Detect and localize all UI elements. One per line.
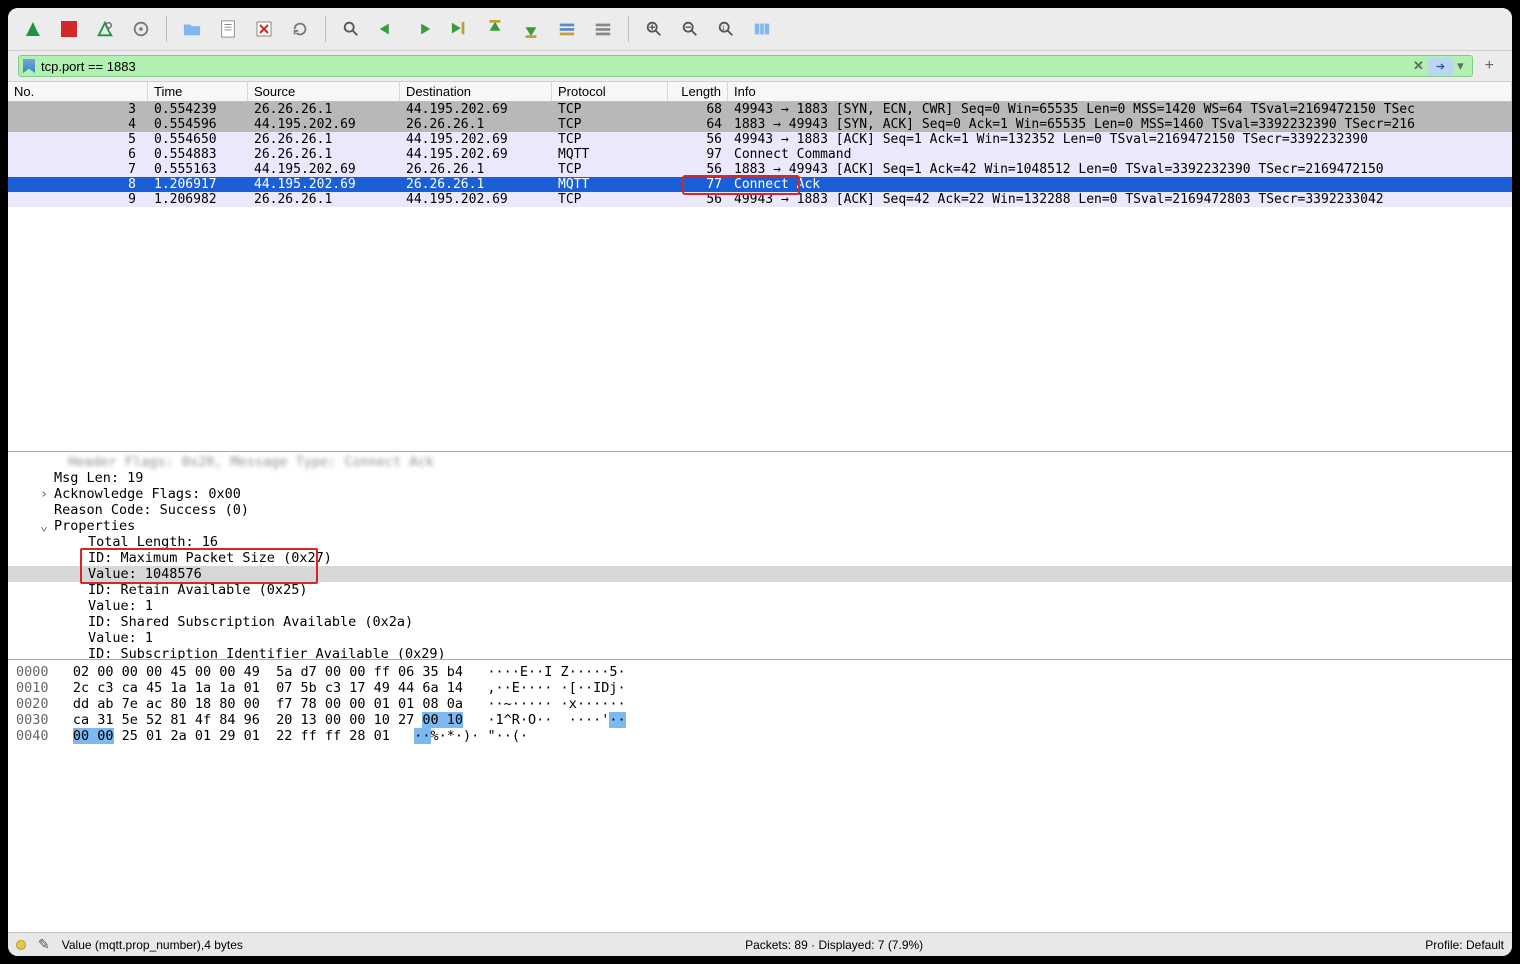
packet-row[interactable]: 50.55465026.26.26.144.195.202.69TCP56499… [8, 132, 1512, 147]
detail-line[interactable]: Msg Len: 19 [8, 470, 1512, 486]
toolbar-separator [628, 16, 629, 42]
add-filter-button[interactable]: + [1477, 57, 1502, 75]
packet-row[interactable]: 70.55516344.195.202.6926.26.26.1TCP56188… [8, 162, 1512, 177]
toolbar-separator [166, 16, 167, 42]
clear-filter-icon[interactable]: ✕ [1409, 58, 1428, 74]
shark-fin-icon[interactable] [18, 14, 48, 44]
detail-line[interactable]: ID: Shared Subscription Available (0x2a) [8, 614, 1512, 630]
restart-capture-button[interactable] [90, 14, 120, 44]
packet-list-header[interactable]: No. Time Source Destination Protocol Len… [8, 82, 1512, 102]
status-bar: ✎ Value (mqtt.prop_number),4 bytes Packe… [8, 932, 1512, 956]
packet-row[interactable]: 40.55459644.195.202.6926.26.26.1TCP64188… [8, 117, 1512, 132]
packet-row[interactable]: 30.55423926.26.26.144.195.202.69TCP68499… [8, 102, 1512, 117]
detail-line[interactable]: Value: 1 [8, 598, 1512, 614]
edit-icon[interactable]: ✎ [38, 936, 50, 953]
detail-line: Header Flags: 0x20, Message Type: Connec… [8, 454, 1512, 470]
hex-row[interactable]: 0040 00 00 25 01 2a 01 29 01 22 ff ff 28… [16, 728, 1504, 744]
find-button[interactable] [336, 14, 366, 44]
options-button[interactable] [126, 14, 156, 44]
detail-line[interactable]: ID: Maximum Packet Size (0x27) [8, 550, 1512, 566]
detail-line[interactable]: Value: 1048576 [8, 566, 1512, 582]
col-time[interactable]: Time [148, 82, 248, 101]
hex-row[interactable]: 0020 dd ab 7e ac 80 18 80 00 f7 78 00 00… [16, 696, 1504, 712]
hex-row[interactable]: 0010 2c c3 ca 45 1a 1a 1a 01 07 5b c3 17… [16, 680, 1504, 696]
hex-row[interactable]: 0000 02 00 00 00 45 00 00 49 5a d7 00 00… [16, 664, 1504, 680]
packet-row[interactable]: 81.20691744.195.202.6926.26.26.1MQTT77Co… [8, 177, 1512, 192]
bookmark-icon[interactable] [23, 59, 35, 73]
packet-list-pane: No. Time Source Destination Protocol Len… [8, 82, 1512, 452]
status-field: Value (mqtt.prop_number),4 bytes [62, 938, 243, 952]
detail-line[interactable]: Value: 1 [8, 630, 1512, 646]
detail-line[interactable]: Total Length: 16 [8, 534, 1512, 550]
display-filter-input-wrapper[interactable]: ✕ ➔ ▾ [18, 55, 1473, 77]
main-toolbar: 1 [8, 8, 1512, 51]
col-no[interactable]: No. [8, 82, 148, 101]
filter-history-dropdown[interactable]: ▾ [1453, 58, 1468, 74]
detail-line[interactable]: ID: Retain Available (0x25) [8, 582, 1512, 598]
detail-line[interactable]: ›Acknowledge Flags: 0x00 [8, 486, 1512, 502]
go-to-packet-button[interactable] [444, 14, 474, 44]
stop-capture-button[interactable] [54, 14, 84, 44]
col-proto[interactable]: Protocol [552, 82, 668, 101]
packet-row[interactable]: 60.55488326.26.26.144.195.202.69MQTT97Co… [8, 147, 1512, 162]
zoom-reset-button[interactable]: 1 [711, 14, 741, 44]
go-first-button[interactable] [480, 14, 510, 44]
display-filter-input[interactable] [41, 59, 1409, 74]
status-profile[interactable]: Profile: Default [1425, 938, 1504, 952]
detail-line[interactable]: ID: Subscription Identifier Available (0… [8, 646, 1512, 660]
packet-list[interactable]: 30.55423926.26.26.144.195.202.69TCP68499… [8, 102, 1512, 451]
resize-columns-button[interactable] [747, 14, 777, 44]
packet-details-pane[interactable]: Header Flags: 0x20, Message Type: Connec… [8, 452, 1512, 660]
status-packets: Packets: 89 · Displayed: 7 (7.9%) [745, 938, 923, 952]
col-src[interactable]: Source [248, 82, 400, 101]
col-info[interactable]: Info [728, 82, 1512, 101]
col-dst[interactable]: Destination [400, 82, 552, 101]
display-filter-bar: ✕ ➔ ▾ + [8, 51, 1512, 82]
packet-bytes-pane[interactable]: 0000 02 00 00 00 45 00 00 49 5a d7 00 00… [8, 660, 1512, 932]
go-back-button[interactable] [372, 14, 402, 44]
apply-filter-icon[interactable]: ➔ [1428, 58, 1453, 75]
expert-info-icon[interactable] [16, 940, 26, 950]
colorize-button[interactable] [588, 14, 618, 44]
open-file-button[interactable] [177, 14, 207, 44]
toolbar-separator [325, 16, 326, 42]
go-last-button[interactable] [516, 14, 546, 44]
save-file-button[interactable] [213, 14, 243, 44]
svg-text:1: 1 [722, 25, 726, 32]
reload-button[interactable] [285, 14, 315, 44]
col-len[interactable]: Length [668, 82, 728, 101]
go-forward-button[interactable] [408, 14, 438, 44]
packet-row[interactable]: 91.20698226.26.26.144.195.202.69TCP56499… [8, 192, 1512, 207]
zoom-in-button[interactable] [639, 14, 669, 44]
zoom-out-button[interactable] [675, 14, 705, 44]
detail-line[interactable]: Reason Code: Success (0) [8, 502, 1512, 518]
auto-scroll-button[interactable] [552, 14, 582, 44]
detail-line[interactable]: ⌄Properties [8, 518, 1512, 534]
close-file-button[interactable] [249, 14, 279, 44]
hex-row[interactable]: 0030 ca 31 5e 52 81 4f 84 96 20 13 00 00… [16, 712, 1504, 728]
